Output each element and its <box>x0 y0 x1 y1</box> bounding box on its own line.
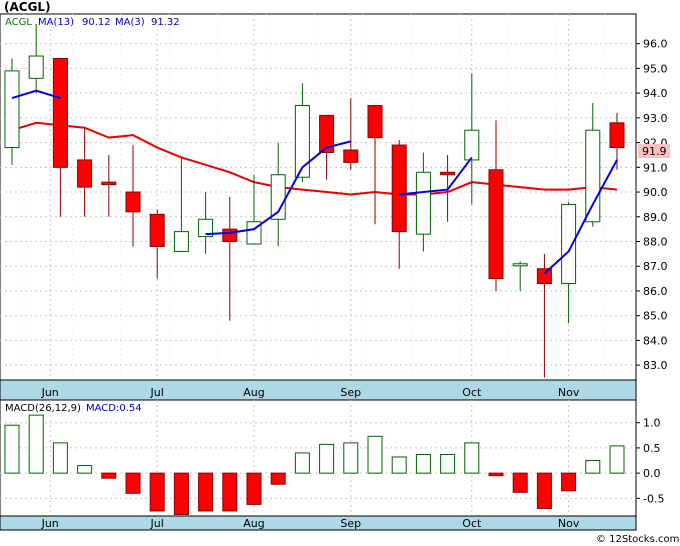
candle-body <box>609 122 625 149</box>
macd-bar-negative <box>246 472 262 505</box>
candle-body <box>125 191 141 213</box>
macd-bar-positive <box>415 453 431 474</box>
macd-bar-positive <box>464 442 480 474</box>
candle-body <box>367 105 383 139</box>
price-x-tick-label: Jul <box>150 386 164 399</box>
last-price-label: 91.9 <box>642 145 667 158</box>
macd-bar-negative <box>270 472 286 485</box>
price-x-tick-label: Oct <box>462 386 482 399</box>
candle-body <box>464 129 480 161</box>
candle-body <box>585 129 601 223</box>
macd-bar-positive <box>343 442 359 474</box>
macd-bar-positive <box>77 465 93 474</box>
candle-body <box>512 263 528 267</box>
macd-bar-positive <box>294 452 310 474</box>
legend-ma3-value: 91.32 <box>151 17 180 28</box>
candle-body <box>101 181 117 186</box>
macd-x-axis-band <box>0 515 637 531</box>
macd-bar-negative <box>536 472 552 509</box>
candle-body <box>149 213 165 247</box>
macd-legend-label: MACD(26,12,9) <box>5 403 81 414</box>
watermark: © 12Stocks.com <box>596 534 679 545</box>
candle-body <box>536 268 552 285</box>
candle-body <box>343 149 359 163</box>
price-y-tick-label: 95.0 <box>643 62 668 75</box>
macd-bar-negative <box>512 472 528 493</box>
macd-bar-positive <box>391 456 407 474</box>
candle-body <box>440 171 456 176</box>
candle-body <box>391 144 407 233</box>
macd-bar-negative <box>561 472 577 492</box>
macd-bar-negative <box>173 472 189 515</box>
macd-bar-negative <box>488 472 504 477</box>
price-y-tick-label: 88.0 <box>643 236 668 249</box>
macd-x-tick-label: Jul <box>150 517 164 530</box>
macd-x-tick-label: Oct <box>462 517 482 530</box>
candle-body <box>415 171 431 235</box>
macd-bar-positive <box>319 443 335 474</box>
price-y-tick-label: 96.0 <box>643 38 668 51</box>
candle-body <box>4 70 20 149</box>
legend-ma13-label: MA(13) <box>38 17 74 28</box>
macd-x-tick-label: Jun <box>41 517 59 530</box>
macd-x-tick-label: Sep <box>340 517 361 530</box>
price-x-tick-label: Nov <box>558 386 580 399</box>
macd-bar-positive <box>4 424 20 474</box>
price-y-tick-label: 90.0 <box>643 186 668 199</box>
macd-bar-positive <box>585 460 601 474</box>
macd-bar-positive <box>52 442 68 474</box>
legend-ticker: ACGL <box>5 17 32 28</box>
macd-x-tick-label: Nov <box>558 517 580 530</box>
macd-bar-positive <box>440 453 456 474</box>
candle-body <box>488 169 504 280</box>
macd-bar-positive <box>28 414 44 474</box>
macd-y-tick-label: -0.5 <box>643 492 664 505</box>
macd-bar-negative <box>149 472 165 512</box>
price-x-tick-label: Sep <box>340 386 361 399</box>
macd-bar-positive <box>367 435 383 474</box>
price-y-tick-label: 87.0 <box>643 260 668 273</box>
candle-body <box>77 159 93 188</box>
chart-title: (ACGL) <box>4 0 51 14</box>
macd-bar-negative <box>125 472 141 494</box>
price-y-tick-label: 94.0 <box>643 87 668 100</box>
price-y-tick-label: 84.0 <box>643 334 668 347</box>
macd-y-tick-label: 0.5 <box>643 442 661 455</box>
macd-y-tick-label: 1.0 <box>643 417 661 430</box>
price-x-tick-label: Aug <box>243 386 264 399</box>
stock-chart: 83.084.085.086.087.088.089.090.091.092.0… <box>0 0 680 546</box>
price-x-axis-band <box>0 379 637 401</box>
candle-body <box>52 58 68 168</box>
macd-bar-negative <box>101 472 117 479</box>
macd-x-tick-label: Aug <box>243 517 264 530</box>
macd-bar-negative <box>198 472 214 512</box>
macd-bar-positive <box>609 445 625 474</box>
price-y-tick-label: 83.0 <box>643 359 668 372</box>
macd-legend-value: MACD:0.54 <box>86 403 142 414</box>
macd-y-tick-label: 0.0 <box>643 467 661 480</box>
price-y-tick-label: 85.0 <box>643 310 668 323</box>
price-y-tick-label: 86.0 <box>643 285 668 298</box>
price-x-tick-label: Jun <box>41 386 59 399</box>
candle-body <box>173 231 189 252</box>
candle-body <box>222 228 238 243</box>
price-y-tick-label: 93.0 <box>643 112 668 125</box>
price-y-tick-label: 89.0 <box>643 211 668 224</box>
legend-ma3-label: MA(3) <box>115 17 145 28</box>
macd-bar-negative <box>222 472 238 512</box>
price-y-tick-label: 91.0 <box>643 161 668 174</box>
legend-ma13-value: 90.12 <box>82 17 111 28</box>
candle-body <box>28 55 44 79</box>
